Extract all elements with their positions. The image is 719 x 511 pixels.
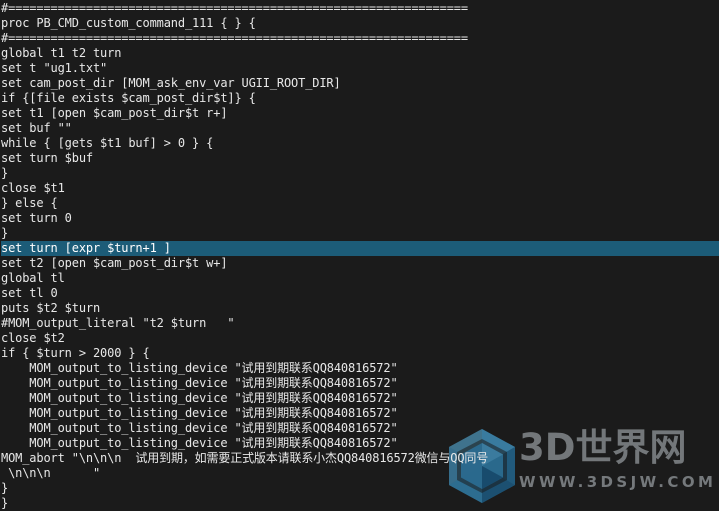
code-line[interactable]: set t "ug1.txt"	[1, 61, 719, 76]
code-line[interactable]: set tl 0	[1, 286, 719, 301]
code-line[interactable]: }	[1, 481, 719, 496]
code-line[interactable]: if { $turn > 2000 } {	[1, 346, 719, 361]
code-line[interactable]: close $t2	[1, 331, 719, 346]
code-line[interactable]: set buf ""	[1, 121, 719, 136]
code-line[interactable]: set t2 [open $cam_post_dir$t w+]	[1, 256, 719, 271]
code-line[interactable]: MOM_output_to_listing_device "试用到期联系QQ84…	[1, 391, 719, 406]
code-line[interactable]: MOM_output_to_listing_device "试用到期联系QQ84…	[1, 436, 719, 451]
code-line[interactable]: #=======================================…	[1, 31, 719, 46]
code-line[interactable]: #MOM_output_literal "t2 $turn "	[1, 316, 719, 331]
code-line[interactable]: while { [gets $t1 buf] > 0 } {	[1, 136, 719, 151]
code-line[interactable]: MOM_output_to_listing_device "试用到期联系QQ84…	[1, 376, 719, 391]
code-line[interactable]: }	[1, 496, 719, 511]
code-line[interactable]: set turn $buf	[1, 151, 719, 166]
code-line[interactable]: }	[1, 166, 719, 181]
code-line[interactable]: global t1 t2 turn	[1, 46, 719, 61]
code-line[interactable]: proc PB_CMD_custom_command_111 { } {	[1, 16, 719, 31]
code-line[interactable]: } else {	[1, 196, 719, 211]
code-line[interactable]: set turn 0	[1, 211, 719, 226]
code-line[interactable]: #=======================================…	[1, 1, 719, 16]
code-line[interactable]: MOM_output_to_listing_device "试用到期联系QQ84…	[1, 421, 719, 436]
code-line[interactable]: global tl	[1, 271, 719, 286]
code-line[interactable]: MOM_output_to_listing_device "试用到期联系QQ84…	[1, 361, 719, 376]
code-line[interactable]: if {[file exists $cam_post_dir$t]} {	[1, 91, 719, 106]
code-line[interactable]: set t1 [open $cam_post_dir$t r+]	[1, 106, 719, 121]
code-line[interactable]: MOM_abort "\n\n\n 试用到期，如需要正式版本请联系小杰QQ840…	[1, 451, 719, 466]
code-editor-window: 3D世界网 WWW.3DSJW.COM #===================…	[0, 0, 719, 511]
code-line[interactable]: puts $t2 $turn	[1, 301, 719, 316]
code-line-selected[interactable]: set turn [expr $turn+1 ]	[1, 241, 719, 256]
code-line[interactable]: set cam_post_dir [MOM_ask_env_var UGII_R…	[1, 76, 719, 91]
code-line[interactable]: }	[1, 226, 719, 241]
code-line[interactable]: \n\n\n "	[1, 466, 719, 481]
code-line[interactable]: close $t1	[1, 181, 719, 196]
code-line[interactable]: MOM_output_to_listing_device "试用到期联系QQ84…	[1, 406, 719, 421]
code-lines-container[interactable]: #=======================================…	[0, 0, 719, 511]
